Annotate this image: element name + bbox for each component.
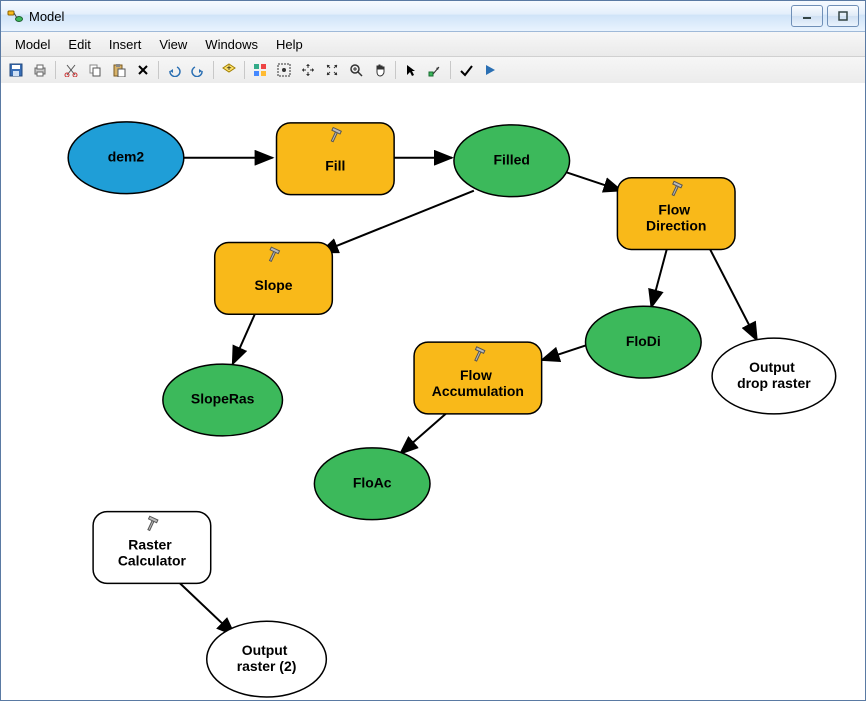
node-flodi[interactable]: FloDi [586,306,702,378]
menu-help[interactable]: Help [268,35,311,54]
model-canvas[interactable]: dem2 Fill Filled Flow Direction [1,83,865,700]
full-extent-icon[interactable] [273,59,295,81]
pan-icon[interactable] [369,59,391,81]
svg-text:SlopeRas: SlopeRas [191,391,255,407]
toolbar-separator [158,61,159,79]
svg-text:FloDi: FloDi [626,333,661,349]
edge-flowdir-flodi[interactable] [651,247,667,307]
toolbar-separator [244,61,245,79]
edge-rascalc-out2[interactable] [176,579,235,635]
run-icon[interactable] [479,59,501,81]
toolbar-separator [450,61,451,79]
window-title: Model [29,9,64,24]
menu-windows[interactable]: Windows [197,35,266,54]
edge-flowdir-outdrop[interactable] [709,247,757,340]
paste-icon[interactable] [108,59,130,81]
edge-flodi-flowacc[interactable] [542,344,590,360]
menubar: Model Edit Insert View Windows Help [1,32,865,57]
menu-insert[interactable]: Insert [101,35,150,54]
titlebar[interactable]: Model [1,1,865,32]
cut-icon[interactable] [60,59,82,81]
svg-text:Fill: Fill [325,157,345,173]
toolbar: + [1,57,865,84]
node-flow-accumulation[interactable]: Flow Accumulation [414,342,542,414]
menu-view[interactable]: View [151,35,195,54]
svg-text:dem2: dem2 [108,148,145,164]
node-floac[interactable]: FloAc [314,448,430,520]
toolbar-separator [395,61,396,79]
node-flow-direction[interactable]: Flow Direction [617,178,735,250]
add-data-icon[interactable]: + [218,59,240,81]
undo-icon[interactable] [163,59,185,81]
svg-text:Filled: Filled [494,151,530,167]
connect-icon[interactable] [424,59,446,81]
model-builder-window: Model Model Edit Insert View Windows Hel… [0,0,866,701]
app-icon [7,8,23,24]
auto-layout-icon[interactable] [249,59,271,81]
edge-filled-slope[interactable] [320,191,474,253]
print-icon[interactable] [29,59,51,81]
zoom-100-icon[interactable] [321,59,343,81]
save-icon[interactable] [5,59,27,81]
zoom-in-icon[interactable] [345,59,367,81]
select-icon[interactable] [400,59,422,81]
toolbar-separator [213,61,214,79]
node-output-drop-raster[interactable]: Output drop raster [712,338,836,414]
node-filled[interactable]: Filled [454,125,570,197]
svg-text:FloAc: FloAc [353,474,392,490]
node-fill[interactable]: Fill [277,123,395,195]
node-sloperas[interactable]: SlopeRas [163,364,283,436]
minimize-button[interactable] [791,5,823,27]
node-output-raster-2[interactable]: Output raster (2) [207,621,327,697]
node-slope[interactable]: Slope [215,242,333,314]
fit-to-window-icon[interactable] [297,59,319,81]
delete-icon[interactable] [132,59,154,81]
edge-flowacc-floac[interactable] [400,412,448,454]
copy-icon[interactable] [84,59,106,81]
edge-slope-sloperas[interactable] [233,310,257,364]
node-raster-calculator[interactable]: Raster Calculator [93,512,211,584]
edge-filled-flowdir[interactable] [562,171,622,191]
node-dem2[interactable]: dem2 [68,122,184,194]
maximize-button[interactable] [827,5,859,27]
toolbar-separator [55,61,56,79]
svg-text:+: + [226,63,231,73]
validate-icon[interactable] [455,59,477,81]
svg-text:Slope: Slope [255,277,293,293]
redo-icon[interactable] [187,59,209,81]
menu-edit[interactable]: Edit [60,35,98,54]
svg-text:Output raster (2): Output raster (2) [237,642,297,674]
menu-model[interactable]: Model [7,35,58,54]
